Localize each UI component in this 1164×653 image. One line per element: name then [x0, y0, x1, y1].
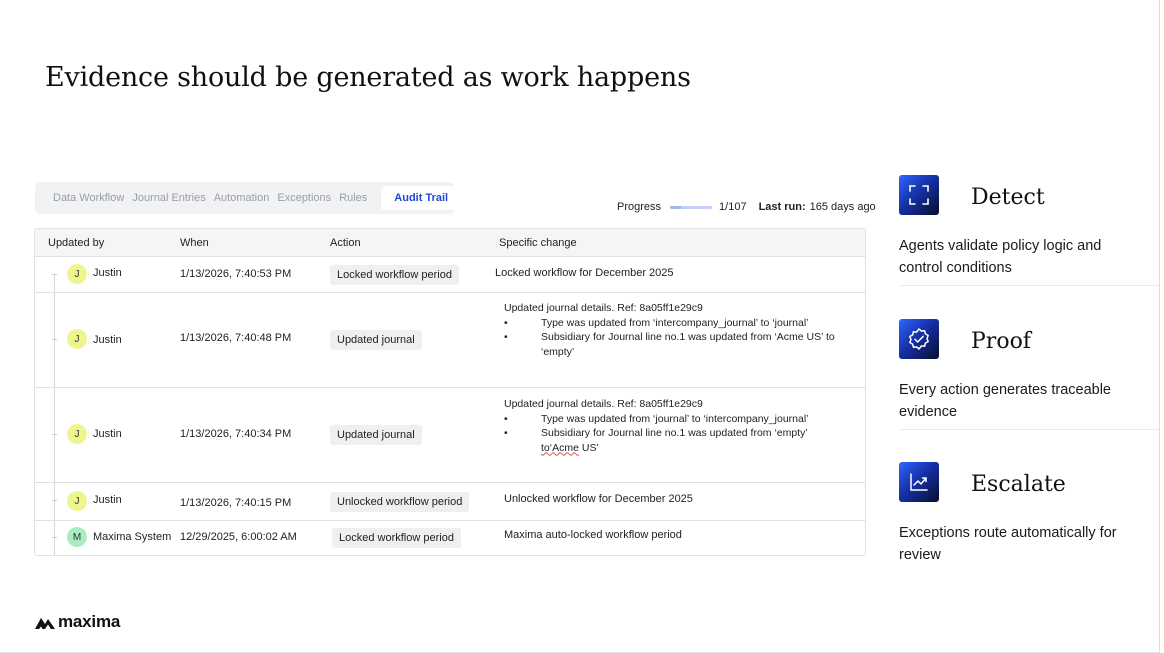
audit-trail-table: Updated by When Action Specific change J… [34, 228, 866, 556]
timestamp: 1/13/2026, 7:40:34 PM [180, 428, 292, 440]
change-details: Updated journal details. Ref: 8a05ff1e29… [504, 301, 844, 359]
header-specific-change: Specific change [499, 237, 577, 249]
feature-title: Proof [971, 329, 1031, 354]
table-row[interactable]: M Maxima System 12/29/2025, 6:00:02 AM L… [35, 521, 865, 555]
feature-description: Every action generates traceable evidenc… [899, 382, 1111, 420]
avatar: J [67, 491, 87, 511]
action-chip: Unlocked workflow period [330, 492, 470, 512]
timeline-dot [52, 274, 57, 275]
avatar: J [67, 329, 87, 349]
updated-by-name: Maxima System [93, 531, 172, 543]
feature-description: Agents validate policy logic and control… [899, 238, 1102, 276]
timeline-dot [52, 537, 57, 538]
progress-summary: Progress 1/107 Last run: 165 days ago [617, 201, 876, 213]
avatar: J [67, 264, 87, 284]
tab-bar: Data Workflow Journal Entries Automation… [35, 182, 462, 214]
table-row[interactable]: J Justin 1/13/2026, 7:40:53 PM Locked wo… [35, 257, 865, 293]
verified-badge-icon [899, 319, 939, 359]
logo-text: maxima [58, 612, 121, 631]
change-bullet-text: US’ [578, 441, 599, 454]
table-row[interactable]: J Justin 1/13/2026, 7:40:34 PM Updated j… [35, 388, 865, 483]
feature-title: Escalate [971, 472, 1066, 497]
change-bullet: Type was updated from ‘intercompany_jour… [504, 316, 844, 331]
change-title: Updated journal details. Ref: 8a05ff1e29… [504, 398, 703, 410]
focus-frame-icon [899, 175, 939, 215]
change-title: Updated journal details. Ref: 8a05ff1e29… [504, 302, 703, 314]
timeline-dot [52, 339, 57, 340]
table-row[interactable]: J Justin 1/13/2026, 7:40:15 PM Unlocked … [35, 483, 865, 521]
page-title: Evidence should be generated as work hap… [45, 62, 691, 93]
avatar: M [67, 527, 87, 547]
timeline-line [54, 275, 55, 292]
spellcheck-word: to‘Acme [541, 441, 579, 454]
feature-description: Exceptions route automatically for revie… [899, 525, 1117, 563]
header-action: Action [330, 237, 361, 249]
action-chip: Updated journal [330, 330, 422, 350]
timeline-dot [52, 434, 57, 435]
action-chip: Updated journal [330, 425, 422, 445]
last-run-value: 165 days ago [809, 201, 876, 213]
timestamp: 12/29/2025, 6:00:02 AM [180, 531, 297, 543]
last-run-label: Last run: [758, 201, 806, 213]
slide-right-border [1159, 0, 1160, 653]
progress-count: 1/107 [719, 201, 747, 213]
change-bullet: Subsidiary for Journal line no.1 was upd… [504, 330, 844, 359]
tab-data-workflow[interactable]: Data Workflow [49, 192, 128, 204]
tab-automation[interactable]: Automation [210, 192, 274, 204]
table-row[interactable]: J Justin 1/13/2026, 7:40:48 PM Updated j… [35, 293, 865, 388]
tab-audit-trail[interactable]: Audit Trail [381, 186, 462, 210]
change-text: Locked workflow for December 2025 [495, 267, 674, 279]
timestamp: 1/13/2026, 7:40:48 PM [180, 332, 292, 344]
maxima-logo: maxima [35, 612, 120, 632]
updated-by-name: Justin [93, 334, 122, 346]
header-when: When [180, 237, 209, 249]
updated-by-name: Justin [93, 428, 122, 440]
feature-title: Detect [971, 185, 1045, 210]
updated-by-name: Justin [93, 267, 122, 279]
progress-fill [670, 205, 681, 209]
table-header: Updated by When Action Specific change [35, 229, 865, 257]
change-text: Unlocked workflow for December 2025 [504, 493, 693, 505]
timeline-dot [52, 500, 57, 501]
timeline-line [54, 388, 55, 482]
tab-journal-entries[interactable]: Journal Entries [128, 192, 209, 204]
change-details: Updated journal details. Ref: 8a05ff1e29… [504, 397, 844, 455]
timeline-line [54, 293, 55, 387]
change-bullet: Subsidiary for Journal line no.1 was upd… [504, 426, 844, 455]
change-list: Type was updated from ‘journal’ to ‘inte… [504, 412, 844, 456]
avatar: J [67, 424, 87, 444]
feature-divider [899, 429, 1159, 430]
progress-label: Progress [617, 201, 662, 213]
action-chip: Locked workflow period [330, 265, 459, 285]
timestamp: 1/13/2026, 7:40:53 PM [180, 268, 292, 280]
header-updated-by: Updated by [48, 237, 105, 249]
action-chip: Locked workflow period [332, 528, 461, 548]
timeline-line [54, 521, 55, 555]
feature-divider [899, 285, 1159, 286]
change-bullet-text: Subsidiary for Journal line no.1 was upd… [541, 427, 808, 439]
maxima-mountain-icon [35, 618, 55, 629]
tab-exceptions[interactable]: Exceptions [273, 192, 335, 204]
updated-by-name: Justin [93, 494, 122, 506]
change-list: Type was updated from ‘intercompany_jour… [504, 316, 844, 360]
change-bullet: Type was updated from ‘journal’ to ‘inte… [504, 412, 844, 427]
timestamp: 1/13/2026, 7:40:15 PM [180, 497, 292, 509]
timeline-line [54, 483, 55, 520]
change-text: Maxima auto-locked workflow period [504, 529, 682, 541]
tab-rules[interactable]: Rules [335, 192, 371, 204]
progress-bar [670, 205, 713, 209]
trend-chart-icon [899, 462, 939, 502]
